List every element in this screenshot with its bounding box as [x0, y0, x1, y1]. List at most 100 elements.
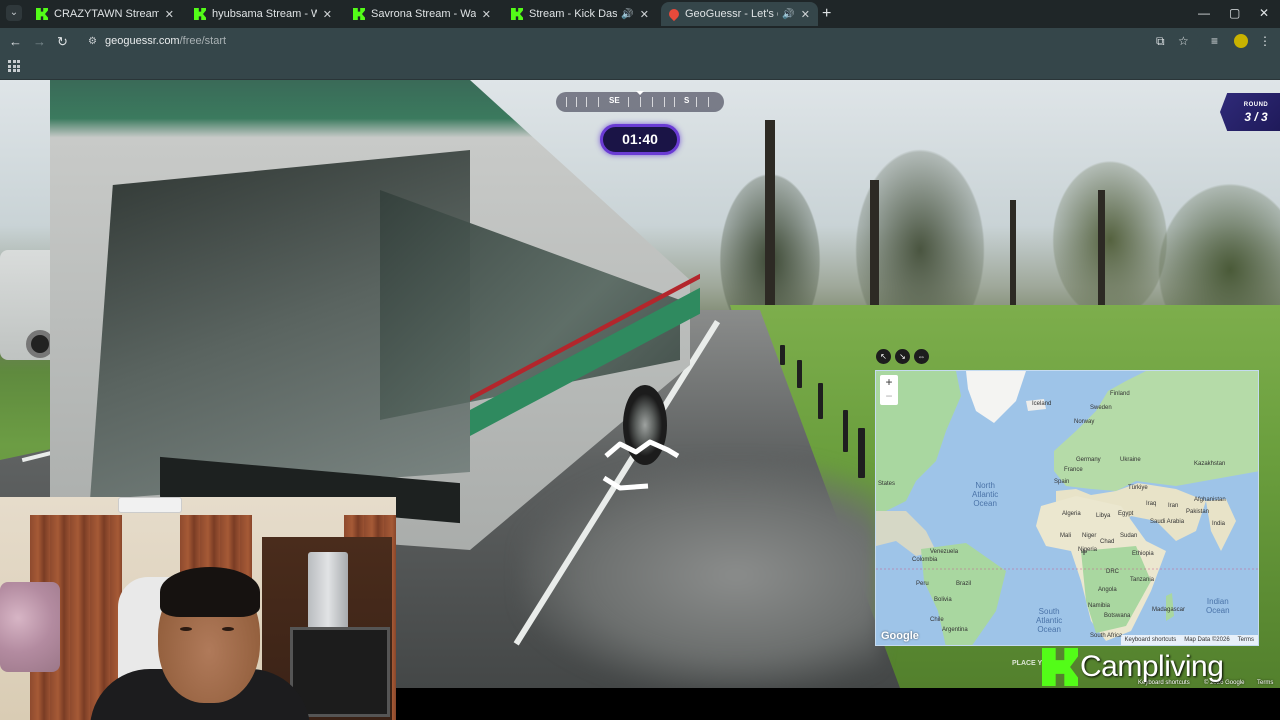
close-icon[interactable]: ✕: [165, 8, 174, 21]
bollard: [843, 410, 848, 452]
map-label: Kazakhstan: [1194, 461, 1226, 467]
map-label: Botswana: [1104, 613, 1131, 619]
maximize-button[interactable]: ▢: [1229, 6, 1240, 20]
map-label: Namibia: [1088, 603, 1111, 609]
profile-avatar[interactable]: [1234, 34, 1248, 48]
tab-crazytawn[interactable]: CRAZYTAWN Stream - Watch Li ✕: [28, 2, 182, 26]
map-label: Mali: [1060, 533, 1072, 539]
terms-link[interactable]: Terms: [1257, 680, 1273, 686]
url-host: geoguessr.com: [105, 35, 180, 47]
map-label: Türkiye: [1128, 485, 1148, 491]
reload-icon[interactable]: ↻: [57, 34, 68, 50]
compass: SE S: [556, 92, 724, 112]
map-label: Peru: [916, 581, 929, 587]
tab-kick-dashboard[interactable]: Stream - Kick Dashboard 🔊 ✕: [503, 2, 657, 26]
map-label: Sweden: [1090, 405, 1112, 411]
tab-title: hyubsama Stream - Watch Live: [212, 8, 317, 20]
expand-map-icon[interactable]: ↖: [876, 349, 891, 364]
place-guess-button[interactable]: PLACE Y: [1012, 660, 1042, 667]
compass-pointer: [636, 91, 644, 95]
close-icon[interactable]: ✕: [482, 8, 491, 21]
back-icon[interactable]: ←: [9, 34, 22, 49]
ocean-label: Indian Ocean: [1206, 597, 1230, 615]
zoom-in-button[interactable]: +: [880, 375, 898, 389]
zoom-out-button[interactable]: −: [880, 389, 898, 403]
google-logo: Google: [881, 630, 919, 642]
bollard: [797, 360, 802, 388]
move-arrows[interactable]: [598, 438, 688, 493]
map-label: DRC: [1106, 569, 1119, 575]
map-label: India: [1212, 521, 1226, 527]
eye: [222, 627, 234, 631]
minimize-button[interactable]: —: [1198, 6, 1210, 20]
tab-search-icon[interactable]: ⌄: [6, 5, 22, 21]
bookmark-star-icon[interactable]: ☆: [1178, 34, 1189, 48]
forward-arrow[interactable]: [604, 439, 680, 459]
map-label: Angola: [1098, 587, 1117, 593]
tab-title: GeoGuessr - Let's explore t: [685, 8, 778, 20]
map-label: Norway: [1074, 419, 1095, 425]
map-label: Iceland: [1032, 401, 1052, 407]
close-icon[interactable]: ✕: [323, 8, 332, 21]
close-window-button[interactable]: ✕: [1259, 6, 1269, 20]
install-app-icon[interactable]: ⧉: [1156, 34, 1165, 49]
compass-direction: SE: [609, 96, 620, 105]
media-control-icon[interactable]: ≡: [1211, 34, 1218, 48]
shrink-map-icon[interactable]: ↘: [895, 349, 910, 364]
tab-hyubsama[interactable]: hyubsama Stream - Watch Live ✕: [186, 2, 340, 26]
close-icon[interactable]: ✕: [801, 8, 810, 21]
site-info-icon[interactable]: ⚙: [88, 36, 100, 48]
speaker-icon[interactable]: 🔊: [782, 9, 794, 20]
air-conditioner: [118, 497, 182, 513]
guess-map[interactable]: + − Iceland Finland Sweden Norway Ukrain…: [875, 370, 1259, 646]
map-label: Nigeria: [1078, 547, 1098, 553]
map-label: Libya: [1096, 513, 1111, 519]
bollard: [818, 383, 823, 419]
map-label: Algeria: [1062, 511, 1081, 517]
round-label: ROUND: [1243, 102, 1269, 108]
pin-map-icon[interactable]: ⇔: [914, 349, 929, 364]
map-label: Sudan: [1120, 533, 1138, 539]
map-footer: Keyboard shortcuts Map Data ©2026 Terms: [1120, 635, 1258, 645]
tab-geoguessr[interactable]: GeoGuessr - Let's explore t 🔊 ✕: [661, 2, 818, 26]
keyboard-shortcuts-link[interactable]: Keyboard shortcuts: [1125, 635, 1177, 645]
tab-strip: ⌄ CRAZYTAWN Stream - Watch Li ✕ hyubsama…: [0, 0, 1280, 28]
eye: [180, 627, 192, 631]
round-indicator: ROUND 3 / 3: [1220, 93, 1280, 131]
monitor: [290, 627, 390, 717]
forward-icon[interactable]: →: [33, 34, 46, 49]
webcam-feed: [0, 497, 396, 720]
map-label: Madagascar: [1152, 607, 1186, 613]
terms-link[interactable]: Terms: [1238, 635, 1254, 645]
watermark-text: Campliving: [1080, 650, 1224, 683]
round-timer: 01:40: [600, 124, 680, 155]
new-tab-button[interactable]: +: [822, 5, 831, 23]
map-zoom-control[interactable]: + −: [880, 375, 898, 405]
url-path: /free/start: [179, 35, 227, 47]
map-label: Egypt: [1118, 511, 1134, 517]
map-label: Germany: [1076, 457, 1101, 463]
kick-icon: [353, 8, 365, 20]
ocean-label: South Atlantic Ocean: [1036, 607, 1063, 634]
menu-kebab-icon[interactable]: ⋮: [1259, 34, 1271, 48]
round-value: 3 / 3: [1244, 110, 1268, 124]
close-icon[interactable]: ✕: [640, 8, 649, 21]
map-label: Saudi Arabia: [1150, 519, 1185, 525]
bookmarks-bar: [0, 56, 1280, 80]
tree-trunk: [1098, 190, 1105, 320]
map-label: Ukraine: [1120, 457, 1141, 463]
back-arrow[interactable]: [602, 475, 649, 491]
map-label: Afghanistan: [1194, 497, 1226, 503]
map-label: Iraq: [1146, 501, 1157, 507]
toolbar: ← → ↻ ⚙ geoguessr.com/free/start ⧉ ☆ ≡ ⋮: [0, 28, 1280, 56]
map-label: Bolivia: [934, 597, 952, 603]
tab-savrona[interactable]: Savrona Stream - Watch Live o ✕: [345, 2, 499, 26]
map-label: South Africa: [1090, 633, 1123, 639]
address-bar[interactable]: ⚙ geoguessr.com/free/start: [80, 31, 1200, 53]
apps-grid-icon[interactable]: [8, 60, 20, 72]
eurasia-shape: [1054, 371, 1258, 491]
map-label: France: [1064, 467, 1083, 473]
trees-background: [690, 80, 1280, 330]
kick-logo-icon: [1042, 648, 1078, 686]
speaker-icon[interactable]: 🔊: [621, 9, 633, 20]
